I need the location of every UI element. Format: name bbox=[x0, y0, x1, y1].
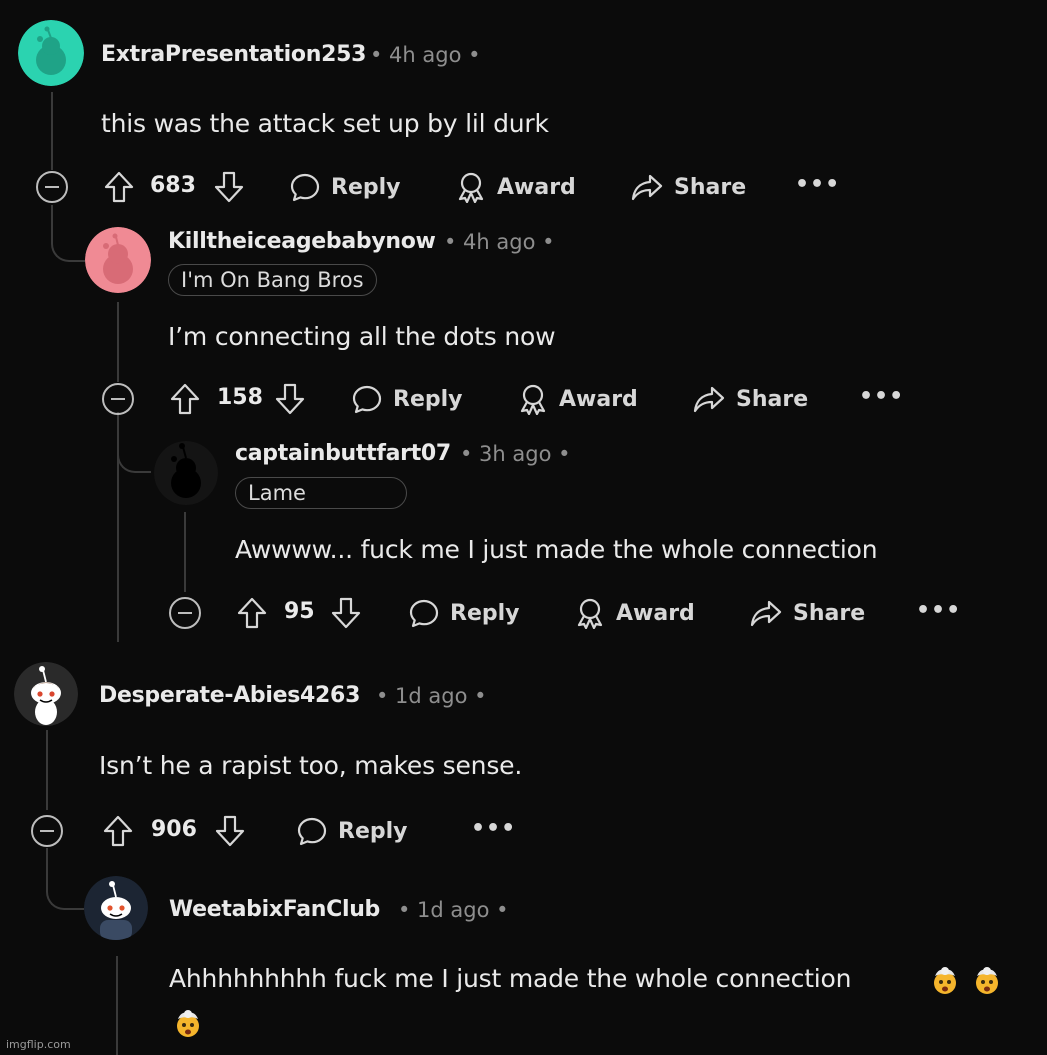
thread-line-c5 bbox=[116, 956, 118, 1055]
user-flair: I'm On Bang Bros bbox=[168, 264, 377, 296]
upvote-icon[interactable] bbox=[102, 814, 134, 848]
collapse-icon[interactable] bbox=[101, 382, 135, 416]
reply-icon bbox=[297, 817, 327, 846]
reply-icon bbox=[290, 173, 320, 202]
share-label: Share bbox=[674, 174, 747, 200]
downvote-icon[interactable] bbox=[274, 382, 306, 416]
timestamp: • 3h ago • bbox=[460, 442, 571, 466]
user-flair: Lame bbox=[235, 477, 407, 509]
snoo-avatar-icon bbox=[18, 20, 84, 86]
downvote-icon[interactable] bbox=[330, 596, 362, 630]
thread-line-c1 bbox=[51, 92, 53, 170]
award-button[interactable]: Award bbox=[517, 383, 638, 415]
comment-body: this was the attack set up by lil durk bbox=[101, 109, 549, 138]
upvote-icon[interactable] bbox=[103, 170, 135, 204]
share-button[interactable]: Share bbox=[630, 171, 746, 203]
share-icon bbox=[631, 174, 663, 201]
upvote-icon[interactable] bbox=[236, 596, 268, 630]
share-icon bbox=[750, 600, 782, 627]
username[interactable]: Killtheiceagebabynow bbox=[168, 229, 436, 254]
downvote-icon[interactable] bbox=[213, 170, 245, 204]
username[interactable]: captainbuttfart07 bbox=[235, 441, 451, 466]
avatar[interactable] bbox=[18, 20, 84, 86]
watermark: imgflip.com bbox=[6, 1038, 71, 1051]
comment-body: Isn’t he a rapist too, makes sense. bbox=[99, 751, 523, 780]
snoo-avatar-icon bbox=[14, 662, 78, 726]
share-button[interactable]: Share bbox=[749, 597, 865, 629]
vote-count: 95 bbox=[284, 599, 315, 624]
award-label: Award bbox=[497, 174, 576, 200]
thread-line-c4 bbox=[46, 730, 48, 810]
reply-icon bbox=[352, 385, 382, 414]
timestamp: • 1d ago • bbox=[398, 898, 509, 922]
exploding-head-emoji bbox=[177, 1010, 199, 1037]
more-options-button[interactable]: ••• bbox=[859, 384, 904, 409]
exploding-head-emoji bbox=[976, 967, 998, 994]
comment-body: Ahhhhhhhhh fuck me I just made the whole… bbox=[169, 964, 852, 993]
reply-label: Reply bbox=[331, 174, 401, 200]
collapse-icon[interactable] bbox=[168, 596, 202, 630]
thread-line-c3 bbox=[184, 512, 186, 592]
thread-hook-c4-c5 bbox=[46, 848, 84, 910]
avatar[interactable] bbox=[154, 441, 218, 505]
more-options-button[interactable]: ••• bbox=[795, 172, 840, 197]
award-label: Award bbox=[559, 386, 638, 412]
comment-body: Awwww... fuck me I just made the whole c… bbox=[235, 535, 878, 564]
share-label: Share bbox=[736, 386, 809, 412]
reply-label: Reply bbox=[393, 386, 463, 412]
timestamp: • 4h ago • bbox=[444, 230, 555, 254]
upvote-icon[interactable] bbox=[169, 382, 201, 416]
timestamp: • 4h ago • bbox=[370, 43, 481, 67]
vote-count: 906 bbox=[151, 817, 197, 842]
reply-label: Reply bbox=[338, 818, 408, 844]
vote-count: 158 bbox=[217, 385, 263, 410]
username[interactable]: ExtraPresentation253 bbox=[101, 42, 366, 67]
award-icon bbox=[458, 172, 484, 203]
downvote-icon[interactable] bbox=[214, 814, 246, 848]
award-label: Award bbox=[616, 600, 695, 626]
collapse-icon[interactable] bbox=[30, 814, 64, 848]
exploding-head-emoji bbox=[934, 967, 956, 994]
avatar[interactable] bbox=[84, 876, 148, 940]
reply-icon bbox=[409, 599, 439, 628]
more-options-button[interactable]: ••• bbox=[471, 816, 516, 841]
share-icon bbox=[693, 386, 725, 413]
timestamp: • 1d ago • bbox=[376, 684, 487, 708]
award-icon bbox=[520, 384, 546, 415]
avatar[interactable] bbox=[85, 227, 151, 293]
share-label: Share bbox=[793, 600, 866, 626]
avatar[interactable] bbox=[14, 662, 78, 726]
reply-button[interactable]: Reply bbox=[296, 815, 408, 847]
award-button[interactable]: Award bbox=[455, 171, 576, 203]
thread-line-c2 bbox=[117, 302, 119, 382]
more-options-button[interactable]: ••• bbox=[916, 598, 961, 623]
snoo-avatar-icon bbox=[154, 441, 218, 505]
snoo-avatar-icon bbox=[84, 876, 148, 940]
share-button[interactable]: Share bbox=[692, 383, 808, 415]
username[interactable]: Desperate-Abies4263 bbox=[99, 683, 360, 708]
reply-button[interactable]: Reply bbox=[289, 171, 401, 203]
reply-button[interactable]: Reply bbox=[351, 383, 463, 415]
reply-label: Reply bbox=[450, 600, 520, 626]
vote-count: 683 bbox=[150, 173, 196, 198]
snoo-avatar-icon bbox=[85, 227, 151, 293]
comment-body: I’m connecting all the dots now bbox=[168, 322, 556, 351]
award-icon bbox=[577, 598, 603, 629]
thread-hook-c1-c2 bbox=[51, 205, 85, 262]
reply-button[interactable]: Reply bbox=[408, 597, 520, 629]
award-button[interactable]: Award bbox=[574, 597, 695, 629]
collapse-icon[interactable] bbox=[35, 170, 69, 204]
thread-hook-c2-c3 bbox=[117, 416, 151, 473]
username[interactable]: WeetabixFanClub bbox=[169, 897, 380, 922]
